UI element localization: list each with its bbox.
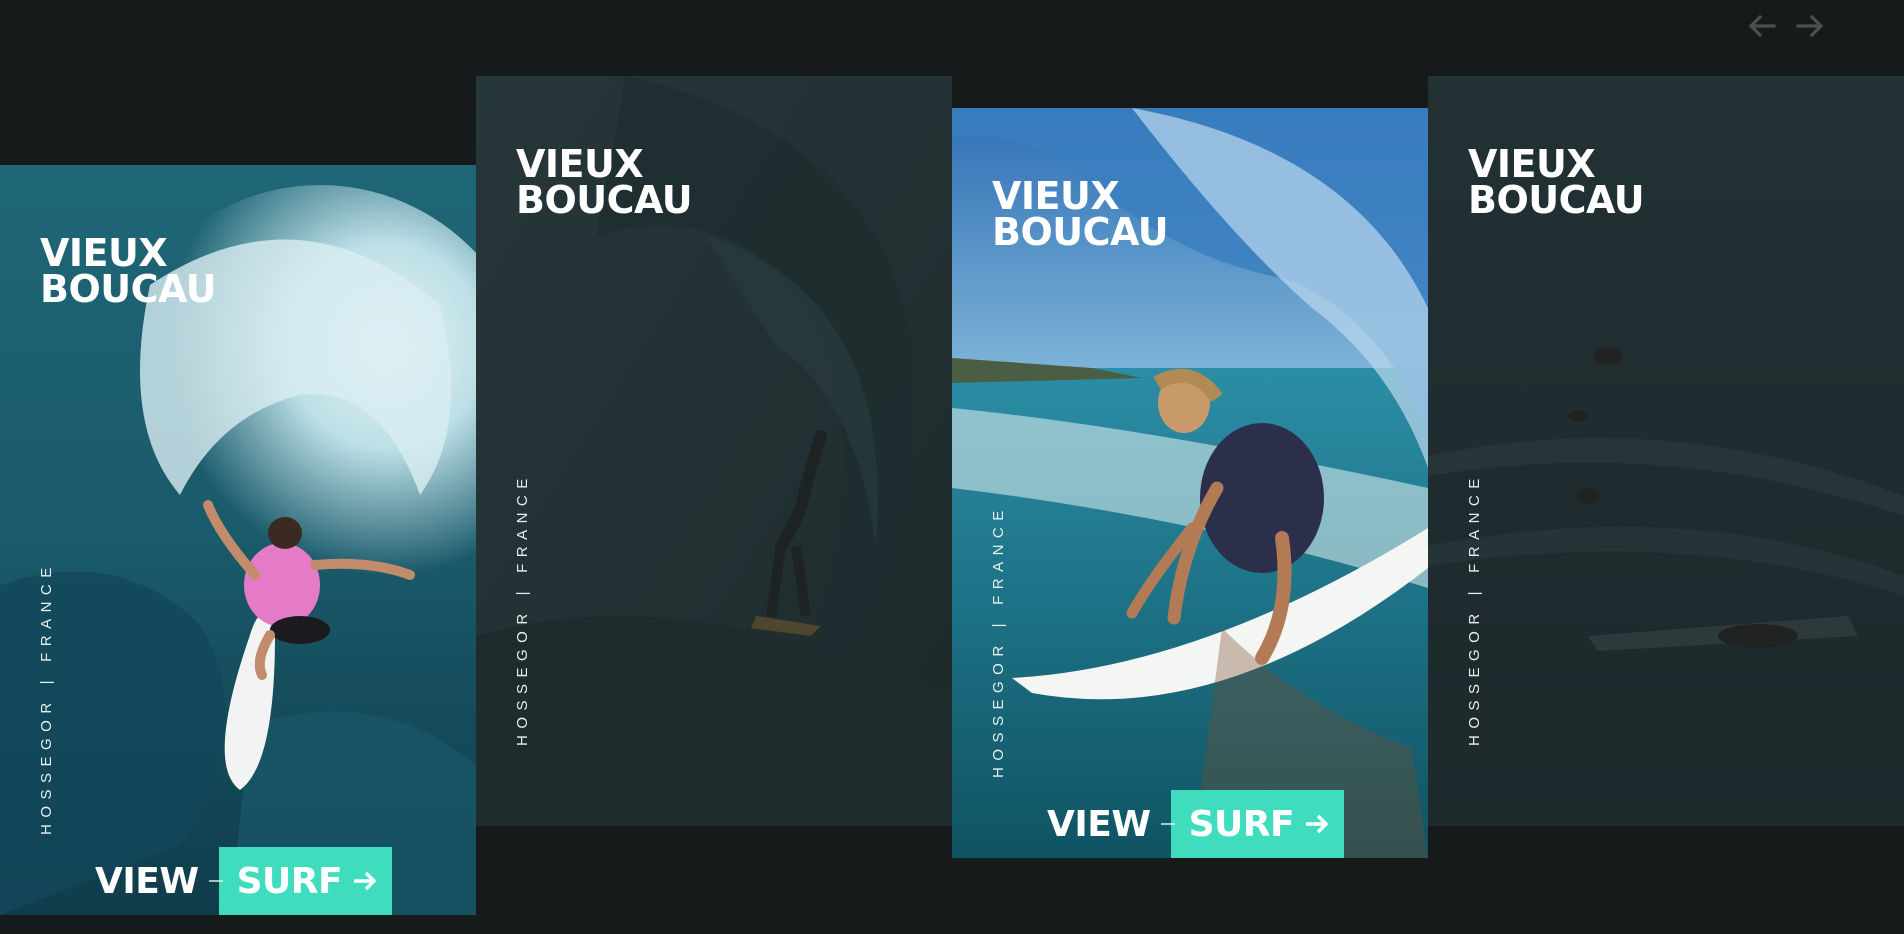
view-surf-cta[interactable]: VIEW SURF: [1047, 790, 1345, 858]
card-title: VIEUX BOUCAU: [1468, 142, 1645, 222]
card-title: VIEUX BOUCAU: [992, 174, 1169, 254]
view-label: VIEW: [1047, 803, 1151, 845]
view-surf-cta[interactable]: VIEW SURF: [95, 847, 393, 915]
prev-arrow-button[interactable]: [1744, 12, 1780, 40]
surf-button[interactable]: SURF: [1170, 790, 1345, 858]
arrow-right-icon: [354, 871, 377, 891]
destination-card-1[interactable]: VIEUX BOUCAU HOSSEGOR|FRANCE VIEW SURF: [0, 165, 476, 915]
next-arrow-button[interactable]: [1792, 12, 1828, 40]
card-title: VIEUX BOUCAU: [516, 142, 693, 222]
arrow-left-icon: [1748, 15, 1776, 37]
surf-button[interactable]: SURF: [218, 847, 393, 915]
destination-card-4[interactable]: VIEUX BOUCAU HOSSEGOR|FRANCE: [1428, 76, 1904, 826]
destination-card-3[interactable]: VIEUX BOUCAU HOSSEGOR|FRANCE VIEW SURF: [952, 108, 1428, 858]
card-title: VIEUX BOUCAU: [40, 231, 217, 311]
arrow-right-icon: [1796, 15, 1824, 37]
view-label: VIEW: [95, 860, 199, 902]
arrow-right-icon: [1306, 814, 1329, 834]
destination-card-2[interactable]: VIEUX BOUCAU HOSSEGOR|FRANCE: [476, 76, 952, 826]
